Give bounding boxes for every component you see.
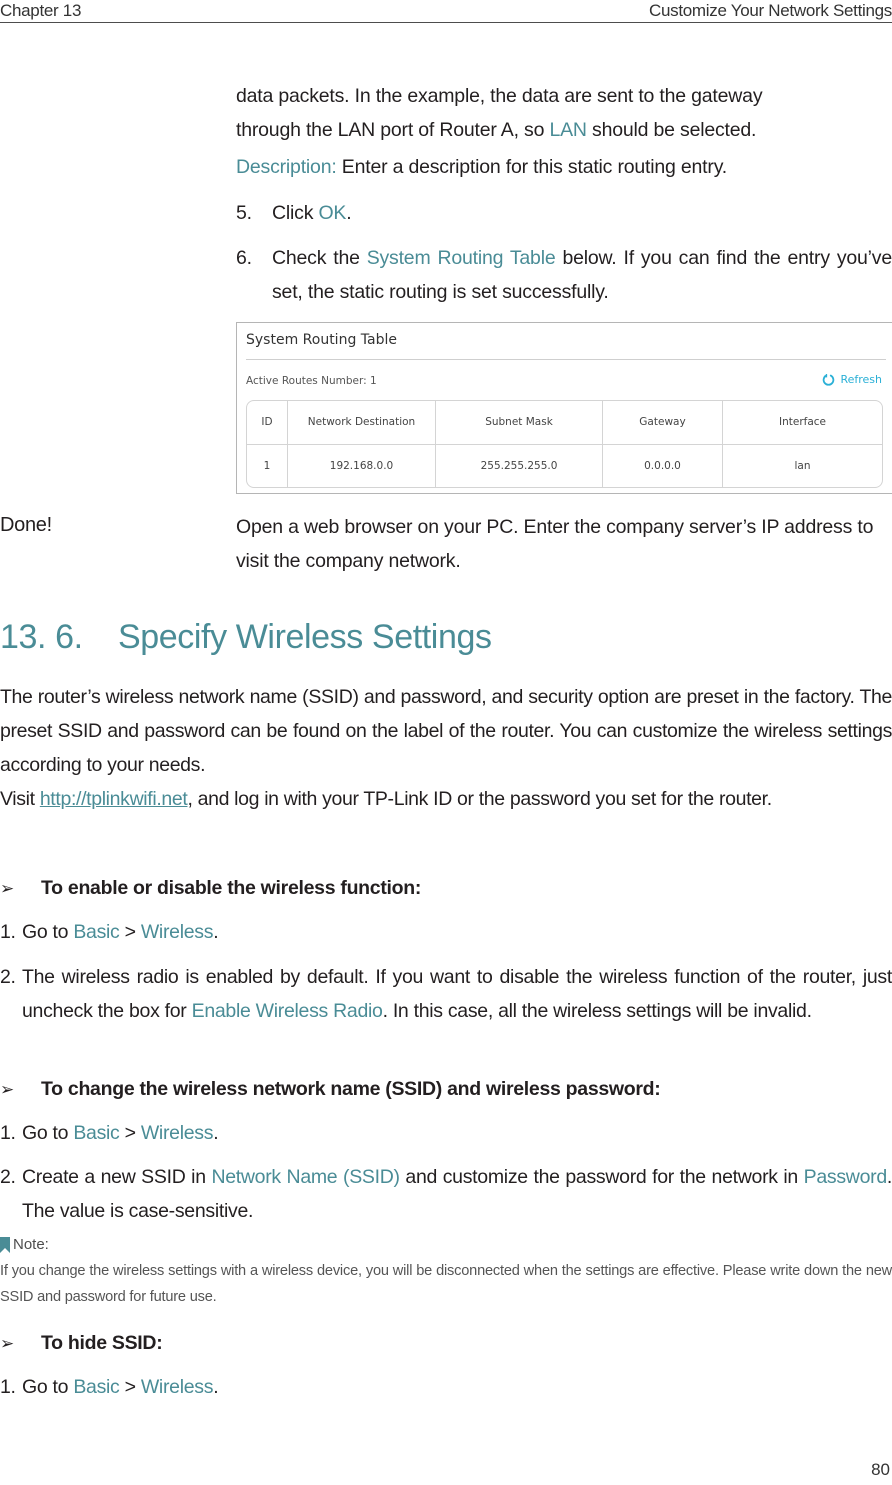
step-number: 1. <box>0 1122 16 1144</box>
step-5: 5. Click OK. <box>236 196 892 230</box>
step-number: 5. <box>236 202 252 224</box>
lan-term: LAN <box>549 119 587 141</box>
list-item: 1. Go to Basic > Wireless. <box>0 1370 892 1404</box>
table-row: 1 192.168.0.0 255.255.255.0 0.0.0.0 lan <box>247 444 882 487</box>
list-item: 1. Go to Basic > Wireless. <box>0 1116 892 1150</box>
refresh-label: Refresh <box>840 373 882 386</box>
description-paragraph: Description: Enter a description for thi… <box>236 150 892 184</box>
text: . <box>346 202 352 224</box>
chapter-title: Customize Your Network Settings <box>649 1 892 20</box>
arrow-bullet-icon: ➢ <box>0 1334 14 1353</box>
bookmark-icon <box>0 1236 10 1253</box>
step-number: 6. <box>236 247 252 269</box>
text: Check the <box>272 247 367 269</box>
cell-id: 1 <box>247 444 288 487</box>
list-item: 2. Create a new SSID in Network Name (SS… <box>0 1160 892 1228</box>
text: . <box>213 1376 219 1398</box>
note-text: If you change the wireless settings with… <box>0 1263 892 1305</box>
text: Go to <box>22 1122 74 1144</box>
text: Click <box>272 202 319 224</box>
step-number: 2. <box>0 1166 16 1188</box>
step-number: 1. <box>0 1376 16 1398</box>
column-header: Interface <box>722 401 882 445</box>
text: > <box>119 1122 141 1144</box>
section-heading: 13. 6. Specify Wireless Settings <box>0 618 492 657</box>
visit-paragraph: Visit http://tplinkwifi.net, and log in … <box>0 782 892 816</box>
para-line: data packets. In the example, the data a… <box>236 85 763 107</box>
description-text: Enter a description for this static rout… <box>336 156 728 178</box>
para-line: through the LAN port of Router A, so LAN… <box>236 113 892 147</box>
heading-text: To change the wireless network name (SSI… <box>41 1078 661 1100</box>
text: . <box>213 921 219 943</box>
wireless-menu-term: Wireless <box>140 1376 214 1398</box>
password-term: Password <box>803 1166 888 1188</box>
task-heading: ➢ To enable or disable the wireless funct… <box>0 877 421 900</box>
refresh-button[interactable]: Refresh <box>822 373 882 386</box>
system-routing-table-term: System Routing Table <box>366 247 556 269</box>
wireless-menu-term: Wireless <box>140 921 214 943</box>
section-number: 13. 6. <box>0 618 83 656</box>
text: Create a new SSID in <box>22 1166 212 1188</box>
done-label: Done! <box>0 514 52 536</box>
basic-menu-term: Basic <box>73 1376 120 1398</box>
page-number: 80 <box>871 1460 890 1479</box>
step-number: 2. <box>0 966 16 988</box>
panel-title: System Routing Table <box>246 332 397 348</box>
page-header: Chapter 13 Customize Your Network Settin… <box>0 0 892 23</box>
wireless-menu-term: Wireless <box>140 1122 214 1144</box>
arrow-bullet-icon: ➢ <box>0 1080 14 1099</box>
done-text: Open a web browser on your PC. Enter the… <box>236 516 874 572</box>
continuation-paragraph: data packets. In the example, the data a… <box>236 79 892 147</box>
column-header: Subnet Mask <box>435 401 603 445</box>
step-number: 1. <box>0 921 16 943</box>
cell-gateway: 0.0.0.0 <box>602 444 723 487</box>
heading-text: To hide SSID: <box>41 1332 163 1354</box>
system-routing-table-panel: System Routing Table Active Routes Numbe… <box>236 322 892 494</box>
text: . In this case, all the wireless setting… <box>382 1000 812 1022</box>
basic-menu-term: Basic <box>73 921 120 943</box>
text: and customize the password for the netwo… <box>399 1166 804 1188</box>
column-header: Gateway <box>602 401 723 445</box>
arrow-bullet-icon: ➢ <box>0 879 14 898</box>
text: Go to <box>22 921 74 943</box>
section-title: Specify Wireless Settings <box>118 618 492 656</box>
column-header: Network Destination <box>287 401 436 445</box>
text: . <box>213 1122 219 1144</box>
active-routes-number: Active Routes Number: 1 <box>246 375 377 387</box>
text: , and log in with your TP-Link ID or the… <box>187 788 772 810</box>
note-label: Note: <box>13 1236 49 1253</box>
cell-subnet-mask: 255.255.255.0 <box>435 444 603 487</box>
cell-interface: lan <box>794 459 811 472</box>
text: Go to <box>22 1376 74 1398</box>
note-heading: Note: <box>0 1236 49 1253</box>
table-header-row: ID Network Destination Subnet Mask Gatew… <box>247 401 882 445</box>
refresh-icon <box>823 373 835 386</box>
list-item: 2. The wireless radio is enabled by defa… <box>0 960 892 1028</box>
network-name-term: Network Name (SSID) <box>211 1166 400 1188</box>
task-heading: ➢ To change the wireless network name (SS… <box>0 1078 661 1101</box>
routes-table: ID Network Destination Subnet Mask Gatew… <box>246 400 883 488</box>
basic-menu-term: Basic <box>73 1122 120 1144</box>
enable-wireless-radio-term: Enable Wireless Radio <box>191 1000 383 1022</box>
tplinkwifi-link[interactable]: http://tplinkwifi.net <box>40 788 188 810</box>
chapter-label: Chapter 13 <box>0 1 82 20</box>
step-6: 6. Check the System Routing Table below.… <box>236 241 892 309</box>
intro-paragraph: The router’s wireless network name (SSID… <box>0 686 892 776</box>
ok-term: OK <box>318 202 347 224</box>
heading-text: To enable or disable the wireless functi… <box>41 877 422 899</box>
task-heading: ➢ To hide SSID: <box>0 1332 163 1355</box>
text: > <box>119 921 141 943</box>
text: should be selected. <box>586 119 757 141</box>
list-item: 1. Go to Basic > Wireless. <box>0 915 892 949</box>
divider <box>246 359 886 360</box>
text: > <box>119 1376 141 1398</box>
column-header: ID <box>247 401 288 445</box>
cell-network-destination: 192.168.0.0 <box>287 444 436 487</box>
text: Visit <box>0 788 40 810</box>
text: through the LAN port of Router A, so <box>236 119 550 141</box>
description-label: Description: <box>236 156 337 178</box>
